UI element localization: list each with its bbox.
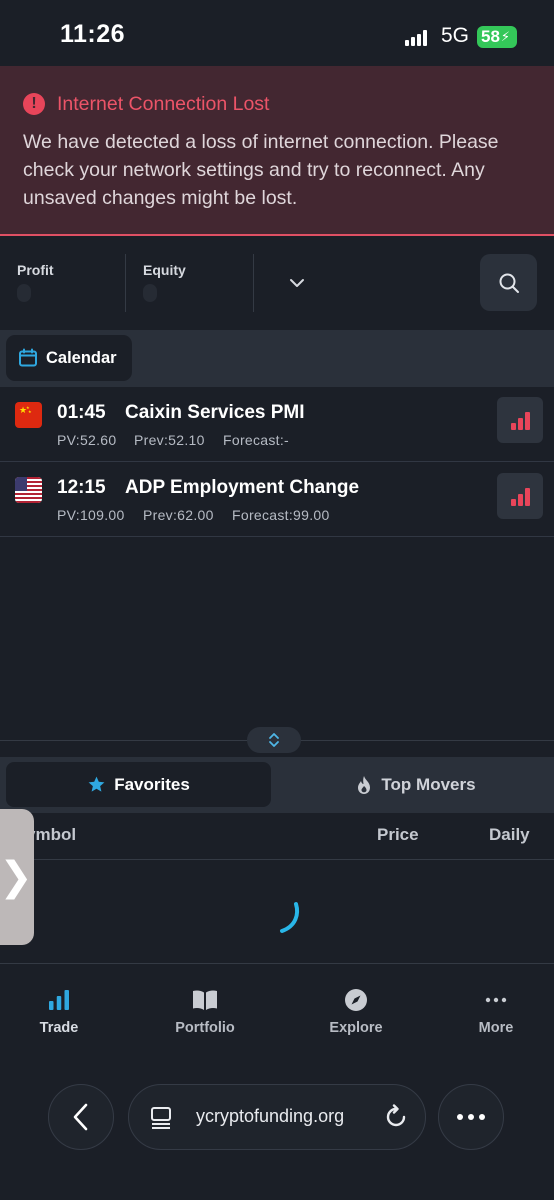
profit-value: [17, 284, 31, 302]
nav-explore[interactable]: Explore: [301, 988, 411, 1036]
side-drawer-handle[interactable]: ❯: [0, 809, 34, 945]
event-pv: PV:109.00: [57, 507, 125, 523]
star-icon: [88, 776, 105, 792]
search-button[interactable]: [480, 254, 537, 311]
profit-label: Profit: [17, 262, 54, 278]
event-prev: Prev:62.00: [143, 507, 214, 523]
tab-favorites[interactable]: Favorites: [6, 762, 271, 807]
charging-bolt-icon: ⚡: [500, 29, 511, 44]
event-prev: Prev:52.10: [134, 432, 205, 448]
divider: [0, 859, 554, 860]
status-time: 11:26: [60, 20, 126, 48]
reload-icon[interactable]: [383, 1104, 409, 1130]
event-title: ADP Employment Change: [125, 477, 360, 498]
expand-vertical-icon: [269, 733, 279, 747]
browser-back-button[interactable]: [48, 1084, 114, 1150]
alert-title: Internet Connection Lost: [57, 93, 270, 115]
chevron-right-icon: ❯: [0, 855, 33, 899]
browser-more-button[interactable]: [438, 1084, 504, 1150]
more-dots-icon: [457, 1114, 485, 1120]
nav-trade[interactable]: Trade: [4, 988, 114, 1036]
alert-icon: !: [23, 93, 45, 115]
usa-flag-icon: [15, 477, 42, 503]
back-arrow-icon: [73, 1103, 88, 1131]
battery-icon: 58 ⚡: [477, 26, 517, 48]
url-text[interactable]: ycryptofunding.org: [196, 1106, 344, 1127]
column-price[interactable]: Price: [377, 825, 419, 845]
nav-portfolio-label: Portfolio: [175, 1020, 235, 1036]
nav-trade-label: Trade: [39, 1020, 79, 1036]
more-dots-icon: [485, 997, 507, 1003]
event-title: Caixin Services PMI: [125, 402, 305, 423]
divider: [125, 254, 126, 312]
event-time: 12:15: [57, 477, 106, 498]
event-row[interactable]: [0, 387, 554, 462]
event-forecast: Forecast:99.00: [232, 507, 330, 523]
impact-level-icon[interactable]: [497, 397, 543, 443]
nav-explore-label: Explore: [329, 1020, 383, 1036]
calendar-icon: [19, 348, 37, 367]
cellular-signal-icon: [405, 30, 429, 46]
equity-label: Equity: [143, 262, 186, 278]
column-daily[interactable]: Daily: [489, 825, 530, 845]
china-flag-icon: ★ ★ ★: [15, 402, 42, 428]
bar-chart-icon: [49, 990, 69, 1010]
book-icon: [193, 990, 217, 1010]
calendar-tab[interactable]: Calendar: [6, 335, 132, 381]
search-icon: [499, 273, 519, 293]
equity-value: [143, 284, 157, 302]
divider: [253, 254, 254, 312]
tab-top-movers[interactable]: Top Movers: [283, 762, 548, 807]
nav-portfolio[interactable]: Portfolio: [150, 988, 260, 1036]
tab-top-movers-label: Top Movers: [381, 774, 476, 794]
calendar-tab-label: Calendar: [46, 348, 117, 367]
event-row[interactable]: [0, 462, 554, 537]
alert-message: We have detected a loss of internet conn…: [23, 131, 499, 209]
chevron-down-icon[interactable]: [286, 272, 308, 294]
svg-text:★: ★: [28, 409, 32, 414]
page-menu-icon[interactable]: [150, 1105, 174, 1129]
nav-more[interactable]: More: [441, 988, 551, 1036]
network-type: 5G: [441, 24, 470, 47]
event-pv: PV:52.60: [57, 432, 117, 448]
event-forecast: Forecast:-: [223, 432, 290, 448]
tab-favorites-label: Favorites: [114, 774, 190, 794]
compass-icon: [345, 989, 367, 1011]
resize-handle[interactable]: [247, 727, 301, 753]
nav-more-label: More: [478, 1020, 514, 1036]
flame-icon: [358, 775, 371, 794]
loading-spinner: [274, 900, 304, 936]
battery-level: 58: [481, 27, 500, 46]
event-time: 01:45: [57, 402, 106, 423]
impact-level-icon[interactable]: [497, 473, 543, 519]
divider: [0, 963, 554, 964]
